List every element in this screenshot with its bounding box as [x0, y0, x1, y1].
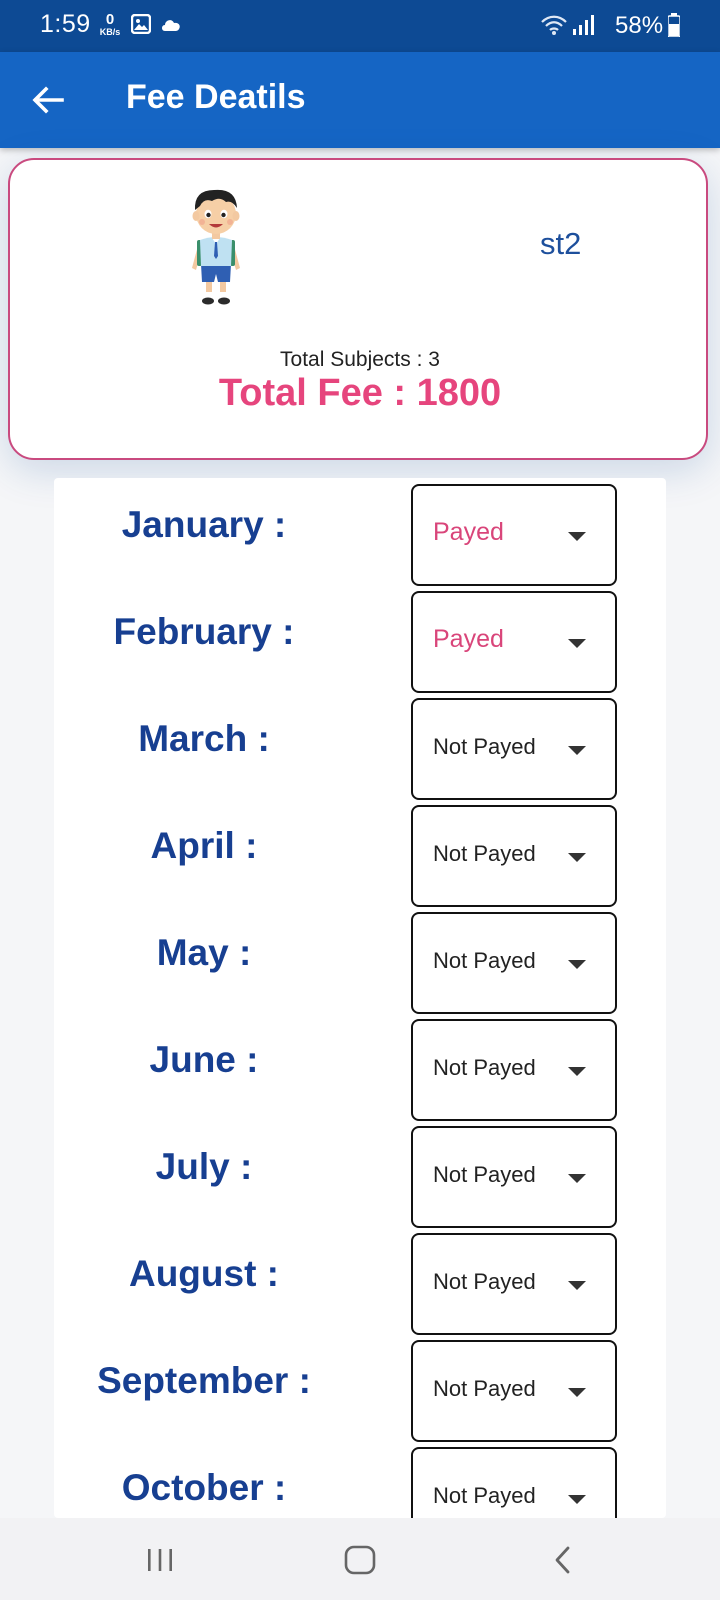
caret-down-icon	[568, 532, 586, 541]
caret-down-icon	[568, 1495, 586, 1504]
dropdown-value: Not Payed	[433, 734, 536, 759]
fee-status-dropdown-september[interactable]: Not Payed	[411, 1340, 617, 1442]
total-subjects: Total Subjects : 3	[280, 348, 440, 371]
month-label: May :	[156, 932, 252, 973]
caret-down-icon	[568, 960, 586, 969]
status-time: 1:59	[40, 10, 91, 38]
status-bar: 1:59 0 KB/s 58%	[0, 0, 720, 52]
month-label: September :	[97, 1360, 311, 1401]
dropdown-value: Not Payed	[433, 841, 536, 866]
fee-status-dropdown-august[interactable]: Not Payed	[411, 1233, 617, 1335]
caret-down-icon	[568, 1174, 586, 1183]
home-icon	[344, 1545, 376, 1575]
caret-down-icon	[568, 746, 586, 755]
dropdown-value: Not Payed	[433, 1162, 536, 1187]
fee-status-dropdown-april[interactable]: Not Payed	[411, 805, 617, 907]
caret-down-icon	[568, 853, 586, 862]
system-back-button[interactable]	[542, 1538, 586, 1582]
back-button[interactable]	[28, 80, 68, 120]
caret-down-icon	[568, 1281, 586, 1290]
home-button[interactable]	[338, 1538, 382, 1582]
dropdown-value: Not Payed	[433, 1483, 536, 1508]
month-label: October :	[121, 1467, 287, 1508]
back-icon	[555, 1546, 570, 1574]
fee-status-dropdown-may[interactable]: Not Payed	[411, 912, 617, 1014]
month-row-september: September : Not Payed	[54, 1334, 666, 1444]
data-rate-unit: KB/s	[99, 27, 121, 37]
dropdown-value: Payed	[433, 625, 504, 653]
fee-status-dropdown-january[interactable]: Payed	[411, 484, 617, 586]
month-row-january: January : Payed	[54, 478, 666, 588]
fee-status-dropdown-october[interactable]: Not Payed	[411, 1447, 617, 1518]
student-name: st2	[540, 226, 582, 261]
caret-down-icon	[568, 1067, 586, 1076]
month-row-october: October : Not Payed	[54, 1441, 666, 1518]
arrow-left-icon	[32, 86, 64, 114]
battery-percentage: 58%	[615, 12, 664, 39]
fee-status-dropdown-march[interactable]: Not Payed	[411, 698, 617, 800]
month-label: August :	[128, 1253, 280, 1294]
caret-down-icon	[568, 639, 586, 648]
fee-status-dropdown-july[interactable]: Not Payed	[411, 1126, 617, 1228]
student-profile-card: st2 Total Subjects : 3 Total Fee : 1800	[8, 158, 708, 460]
dropdown-value: Not Payed	[433, 948, 536, 973]
dropdown-value: Not Payed	[433, 1055, 536, 1080]
month-row-february: February : Payed	[54, 585, 666, 695]
data-rate-indicator: 0 KB/s	[97, 12, 123, 37]
dropdown-value: Not Payed	[433, 1269, 536, 1294]
month-label: July :	[155, 1146, 253, 1187]
system-navigation-bar	[0, 1518, 720, 1600]
dropdown-value: Not Payed	[433, 1376, 536, 1401]
fee-status-dropdown-june[interactable]: Not Payed	[411, 1019, 617, 1121]
recent-apps-icon	[148, 1549, 172, 1571]
month-row-june: June : Not Payed	[54, 1013, 666, 1123]
battery-icon	[667, 13, 681, 42]
wifi-icon	[540, 14, 568, 41]
total-fee: Total Fee : 1800	[218, 372, 502, 414]
month-row-march: March : Not Payed	[54, 692, 666, 802]
student-avatar	[184, 184, 248, 308]
month-label: January :	[121, 504, 287, 545]
monthly-fee-list: January : Payed February : Payed March :…	[54, 478, 666, 1518]
gallery-icon	[130, 13, 152, 39]
page-title: Fee Deatils	[126, 78, 306, 116]
month-row-april: April : Not Payed	[54, 799, 666, 909]
fee-status-dropdown-february[interactable]: Payed	[411, 591, 617, 693]
month-row-july: July : Not Payed	[54, 1120, 666, 1230]
app-bar: Fee Deatils	[0, 52, 720, 148]
month-row-august: August : Not Payed	[54, 1227, 666, 1337]
signal-icon	[572, 14, 596, 41]
recent-apps-button[interactable]	[138, 1538, 182, 1582]
month-label: April :	[150, 825, 258, 866]
caret-down-icon	[568, 1388, 586, 1397]
month-label: June :	[149, 1039, 259, 1080]
month-row-may: May : Not Payed	[54, 906, 666, 1016]
month-label: February :	[113, 611, 295, 652]
cloud-icon	[160, 16, 182, 37]
data-rate-value: 0	[105, 11, 115, 28]
dropdown-value: Payed	[433, 518, 504, 546]
month-label: March :	[138, 718, 270, 759]
